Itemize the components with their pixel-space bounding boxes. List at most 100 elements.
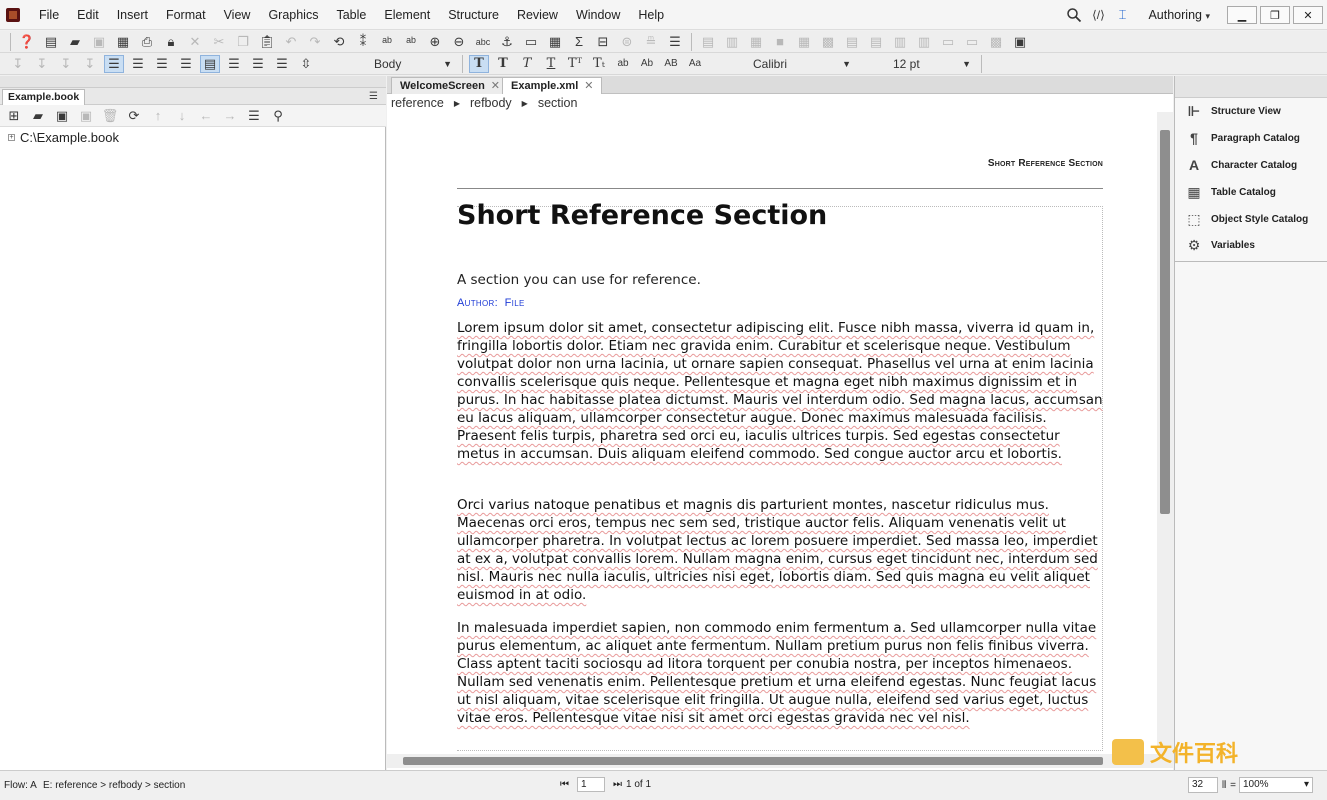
variable-icon[interactable]: ⊟ [593, 33, 613, 51]
panel-menu-icon[interactable]: ☰ [369, 91, 378, 102]
breadcrumb-reference[interactable]: reference [391, 96, 444, 112]
body-paragraph[interactable]: Lorem ipsum dolor sit amet, consectetur … [457, 319, 1105, 463]
vertical-scrollbar[interactable] [1157, 112, 1173, 756]
update-book-icon[interactable]: ⟳ [124, 107, 144, 125]
horizontal-scroll-thumb[interactable] [403, 757, 1103, 765]
save-icon[interactable]: ▣ [89, 33, 109, 51]
align-right-icon[interactable]: ☰ [152, 55, 172, 73]
move-right-icon[interactable]: → [220, 107, 240, 125]
restore-button[interactable]: ❐ [1260, 6, 1290, 24]
title-case-button[interactable]: Aa [685, 55, 705, 73]
minimize-button[interactable]: ▁ [1227, 6, 1257, 24]
save-all-icon[interactable]: ▦ [113, 33, 133, 51]
spelling-icon[interactable]: ᵃᵇ [377, 33, 397, 51]
table-split-icon[interactable]: ▩ [818, 33, 838, 51]
undo-icon[interactable]: ↶ [281, 33, 301, 51]
bold-icon[interactable]: T [493, 55, 513, 73]
table-straddle-icon[interactable]: ▩ [986, 33, 1006, 51]
menu-table[interactable]: Table [327, 0, 375, 30]
anchor-icon[interactable]: ⚓︎ [497, 33, 517, 51]
book-search-icon[interactable]: ⚲ [268, 107, 288, 125]
arrow-down-3-icon[interactable]: ↧ [56, 55, 76, 73]
lowercase-button[interactable]: ab [613, 55, 633, 73]
subscript-icon[interactable]: Tₜ [589, 55, 609, 73]
find-replace-icon[interactable]: ᵃᵇ [401, 33, 421, 51]
document-title[interactable]: Short Reference Section [457, 200, 827, 231]
book-list-icon[interactable]: ☰ [244, 107, 264, 125]
vertical-scroll-thumb[interactable] [1160, 130, 1170, 514]
table-col-left-icon[interactable]: ▥ [890, 33, 910, 51]
menu-view[interactable]: View [215, 0, 260, 30]
breadcrumb-section[interactable]: section [538, 96, 578, 112]
menu-window[interactable]: Window [567, 0, 629, 30]
table-catalog-button[interactable]: ▦ Table Catalog [1185, 183, 1275, 201]
table-insert-row-icon[interactable]: ▤ [698, 33, 718, 51]
equation-icon[interactable]: Σ [569, 33, 589, 51]
body-paragraph[interactable]: Orci varius natoque penatibus et magnis … [457, 496, 1105, 604]
print-icon[interactable]: ⎙ [137, 33, 157, 51]
table-format-icon[interactable]: ▣ [1010, 33, 1030, 51]
add-group-icon[interactable]: ▣ [52, 107, 72, 125]
author-line[interactable]: Author: File [457, 297, 525, 309]
table-delete-row-icon[interactable]: ▭ [938, 33, 958, 51]
menu-structure[interactable]: Structure [439, 0, 508, 30]
crossref-icon[interactable]: ⊜ [617, 33, 637, 51]
table-merge-icon[interactable]: ▦ [794, 33, 814, 51]
copy-icon[interactable]: ❐ [233, 33, 253, 51]
menu-help[interactable]: Help [629, 0, 673, 30]
table-row-after-icon[interactable]: ▤ [866, 33, 886, 51]
close-tab-icon[interactable]: ✕ [584, 80, 593, 92]
table-select-icon[interactable]: ■ [770, 33, 790, 51]
uppercase-button[interactable]: AB [661, 55, 681, 73]
help-icon[interactable]: ❓ [17, 33, 37, 51]
save-book-icon[interactable]: ▣ [76, 107, 96, 125]
redo-icon[interactable]: ↷ [305, 33, 325, 51]
lock-icon[interactable]: 🔒︎ [161, 33, 181, 51]
zoom-select[interactable]: 100% ▾ [1239, 777, 1313, 793]
sentence-case-button[interactable]: Ab [637, 55, 657, 73]
tab-welcome-screen[interactable]: WelcomeScreen ✕ [391, 77, 510, 94]
value-32-field[interactable]: 32 [1187, 777, 1218, 793]
paragraph-style-select[interactable]: Body ▼ [368, 55, 458, 73]
table-insert-col-icon[interactable]: ▥ [722, 33, 742, 51]
zoom-in-icon[interactable]: ⊕ [425, 33, 445, 51]
arrow-down-2-icon[interactable]: ↧ [32, 55, 52, 73]
cut-icon[interactable]: ✂ [209, 33, 229, 51]
menu-edit[interactable]: Edit [68, 0, 108, 30]
add-folder-icon[interactable]: ▰ [28, 107, 48, 125]
underline-icon[interactable]: T [541, 55, 561, 73]
tab-example-xml[interactable]: Example.xml ✕ [502, 77, 603, 94]
line-spacing-double-icon[interactable]: ☰ [248, 55, 268, 73]
paragraph-spacing-icon[interactable]: ⇳ [296, 55, 316, 73]
move-up-icon[interactable]: ↑ [148, 107, 168, 125]
body-paragraph[interactable]: In malesuada imperdiet sapien, non commo… [457, 619, 1105, 727]
insert-table-icon[interactable]: ▦ [545, 33, 565, 51]
breadcrumb-refbody[interactable]: refbody [470, 96, 512, 112]
zoom-fit-icon[interactable]: ⫴ [1222, 780, 1226, 791]
line-spacing-single-icon[interactable]: ▤ [200, 54, 220, 73]
structure-toggle-icon[interactable]: ⌶ [1112, 6, 1132, 24]
table-col-right-icon[interactable]: ▥ [914, 33, 934, 51]
zoom-out-icon[interactable]: ⊖ [449, 33, 469, 51]
menu-review[interactable]: Review [508, 0, 567, 30]
close-tab-icon[interactable]: ✕ [491, 80, 500, 92]
footnote-icon[interactable]: ≞ [641, 33, 661, 51]
menu-file[interactable]: File [30, 0, 68, 30]
panel-collapse-bar[interactable] [0, 76, 386, 88]
structure-view-button[interactable]: ⊩ Structure View [1185, 102, 1281, 120]
line-spacing-custom-icon[interactable]: ☰ [272, 55, 292, 73]
zoom-equals-icon[interactable]: = [1230, 780, 1236, 791]
table-row-before-icon[interactable]: ▤ [842, 33, 862, 51]
align-justify-icon[interactable]: ☰ [176, 55, 196, 73]
page-number-input[interactable]: 1 [577, 777, 605, 792]
move-left-icon[interactable]: ← [196, 107, 216, 125]
tree-item-root[interactable]: + C:\Example.book [8, 130, 119, 145]
menu-graphics[interactable]: Graphics [259, 0, 327, 30]
tab-example-book[interactable]: Example.book [2, 89, 86, 105]
last-page-icon[interactable]: ⏭ [613, 779, 622, 790]
text-default-icon[interactable]: T [469, 54, 489, 73]
menu-format[interactable]: Format [157, 0, 215, 30]
horizontal-scrollbar[interactable] [387, 754, 1173, 768]
move-down-icon[interactable]: ↓ [172, 107, 192, 125]
add-file-icon[interactable]: ⊞ [4, 107, 24, 125]
